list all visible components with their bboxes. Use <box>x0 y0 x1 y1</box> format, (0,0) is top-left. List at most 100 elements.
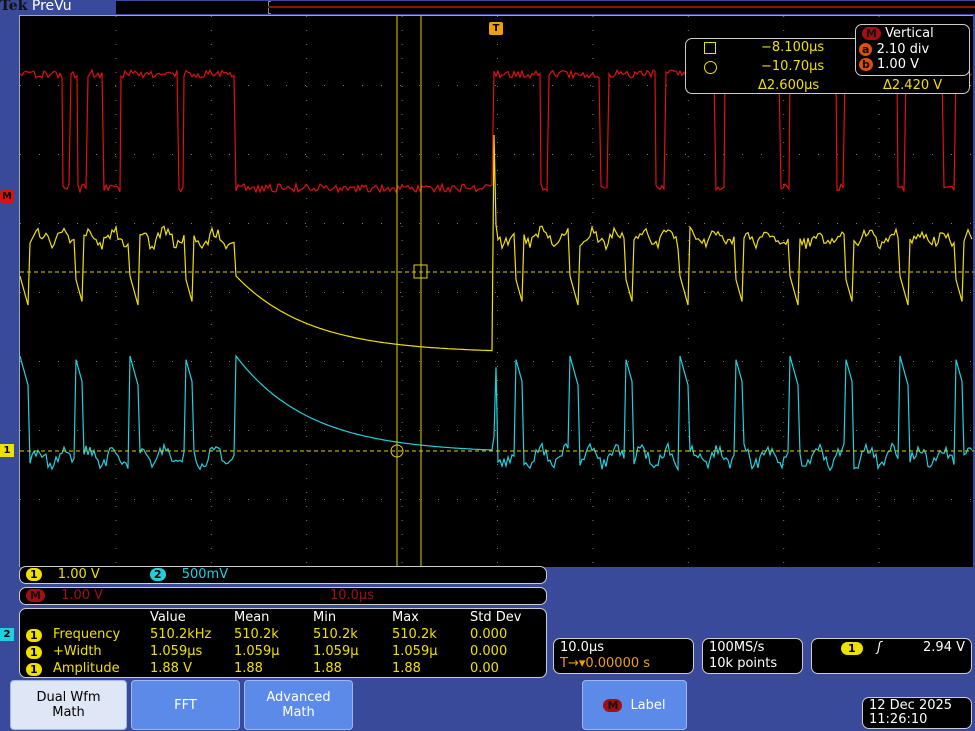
grid-dot <box>894 361 895 362</box>
grid-dot <box>592 226 593 227</box>
grid-dot <box>590 361 591 362</box>
grid-dot <box>783 394 784 395</box>
waveform-graticule[interactable] <box>19 15 973 567</box>
grid-dot <box>402 422 403 423</box>
grid-dot <box>780 223 781 224</box>
grid-dot <box>688 324 689 325</box>
acquisition-readout[interactable]: 100MS/s 10k points <box>702 638 803 674</box>
fft-button[interactable]: FFT <box>131 680 240 730</box>
ch2-badge[interactable]: 2 <box>150 568 166 581</box>
ch2-ground-marker[interactable]: 2 <box>0 628 14 641</box>
grid-dot <box>533 361 534 362</box>
grid-dot <box>58 292 59 293</box>
grid-dot <box>211 226 212 227</box>
grid-dot <box>153 223 154 224</box>
grid-dot <box>592 114 593 115</box>
grid-dot <box>115 352 116 353</box>
grid-dot <box>571 499 572 500</box>
grid-dot <box>438 154 439 155</box>
horizontal-readout[interactable]: 10.0µs T→▾0.00000 s <box>553 638 694 674</box>
advanced-math-button[interactable]: Advanced Math <box>244 680 353 730</box>
grid-dot <box>306 72 307 73</box>
meas-std: 0.00 <box>470 661 499 676</box>
grid-dot <box>783 422 784 423</box>
grid-dot <box>647 361 648 362</box>
grid-dot <box>590 499 591 500</box>
record-preview-bar[interactable] <box>116 1 975 14</box>
grid-dot <box>704 499 705 500</box>
grid-dot <box>879 534 880 535</box>
grid-dot <box>780 499 781 500</box>
grid-dot <box>306 30 307 31</box>
grid-dot <box>211 562 212 563</box>
grid-dot <box>913 154 914 155</box>
ch1-ground-marker[interactable]: 1 <box>0 444 14 457</box>
grid-dot <box>400 292 401 293</box>
date: 12 Dec 2025 <box>869 699 965 713</box>
grid-dot <box>362 154 363 155</box>
grid-dot <box>306 492 307 493</box>
math-badge: M <box>603 699 622 712</box>
grid-dot <box>647 85 648 86</box>
measurement-table: Value Mean Min Max Std Dev 1 Frequency 510… <box>19 608 547 678</box>
grid-dot <box>211 184 212 185</box>
grid-dot <box>875 292 876 293</box>
grid-dot <box>305 154 306 155</box>
ch1-scale: 1.00 V <box>58 567 100 582</box>
label-button[interactable]: M Label <box>582 680 687 730</box>
grid-dot <box>783 534 784 535</box>
grid-dot <box>115 16 116 17</box>
trigger-readout[interactable]: 1 ʃ 2.94 V <box>811 638 972 674</box>
grid-dot <box>592 58 593 59</box>
grid-dot <box>402 30 403 31</box>
dual-wfm-math-button[interactable]: Dual Wfm Math <box>10 680 127 730</box>
math-badge[interactable]: M <box>26 589 45 602</box>
grid-dot <box>913 430 914 431</box>
grid-dot <box>879 16 880 17</box>
grid-dot <box>210 430 211 431</box>
grid-dot <box>552 154 553 155</box>
math-ground-marker[interactable]: M <box>0 190 14 203</box>
math-scale-bar[interactable]: M 1.00 V 10.0µs <box>19 587 547 605</box>
grid-dot <box>647 499 648 500</box>
grid-dot <box>497 16 498 17</box>
grid-dot <box>306 408 307 409</box>
grid-dot <box>134 499 135 500</box>
brand: Tek PreVu <box>0 0 72 14</box>
grid-dot <box>497 128 498 129</box>
grid-dot <box>402 506 403 507</box>
trigger-position-marker[interactable]: T <box>489 22 503 35</box>
grid-dot <box>211 296 212 297</box>
grid-dot <box>211 212 212 213</box>
grid-dot <box>402 562 403 563</box>
grid-dot <box>609 499 610 500</box>
grid-dot <box>402 324 403 325</box>
grid-dot <box>879 394 880 395</box>
grid-dot <box>115 296 116 297</box>
cursor-a-time: −8.100µs <box>761 40 824 55</box>
grid-dot <box>783 562 784 563</box>
grid-dot <box>592 310 593 311</box>
grid-dot <box>115 338 116 339</box>
grid-dot <box>856 361 857 362</box>
grid-dot <box>609 292 610 293</box>
grid-dot <box>115 361 116 362</box>
grid-dot <box>286 223 287 224</box>
grid-dot <box>77 499 78 500</box>
channel-scale-bar[interactable]: 1 1.00 V 2 500mV <box>19 566 547 584</box>
ch1-badge[interactable]: 1 <box>26 568 42 581</box>
meas-source-badge: 1 <box>26 646 42 659</box>
grid-dot <box>306 58 307 59</box>
grid-dot <box>688 30 689 31</box>
grid-dot <box>402 212 403 213</box>
grid-dot <box>402 408 403 409</box>
grid-dot <box>628 85 629 86</box>
grid-dot <box>932 154 933 155</box>
grid-dot <box>970 361 971 362</box>
grid-dot <box>723 430 724 431</box>
grid-dot <box>211 478 212 479</box>
grid-dot <box>783 548 784 549</box>
grid-dot <box>592 142 593 143</box>
grid-dot <box>609 361 610 362</box>
grid-dot <box>592 436 593 437</box>
